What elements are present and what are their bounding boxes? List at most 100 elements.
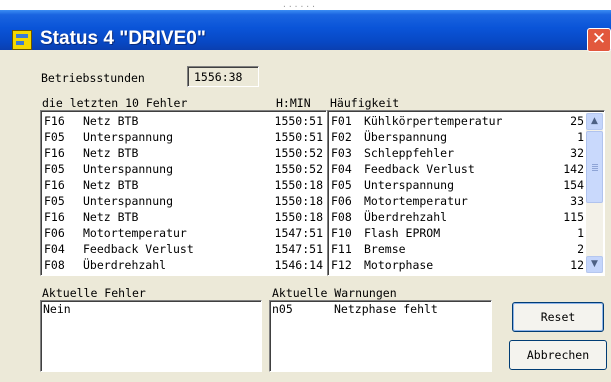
fault-code: F16 <box>44 210 65 224</box>
current-faults-label: Aktuelle Fehler <box>42 286 146 300</box>
frequency-count: 1 <box>577 130 584 144</box>
fault-row[interactable]: F05 Unterspannung 1550:18 <box>41 193 326 209</box>
frequency-text: Überdrehzahl <box>364 210 448 224</box>
fault-time: 1550:52 <box>274 162 323 176</box>
fault-text: Netz BTB <box>83 146 139 160</box>
top-strip: ...... <box>0 0 611 10</box>
title-bar[interactable]: Status 4 "DRIVE0" ✕ <box>0 10 611 52</box>
fault-time: 1547:51 <box>274 226 323 240</box>
fault-code: F05 <box>44 162 65 176</box>
current-warnings-label: Aktuelle Warnungen <box>272 286 397 300</box>
frequency-row[interactable]: F06 Motortemperatur 33 <box>328 193 604 209</box>
fault-time: 1550:51 <box>274 114 323 128</box>
fault-code: F06 <box>44 226 65 240</box>
frequency-row[interactable]: F12 Motorphase 12 <box>328 257 604 273</box>
frequency-text: Feedback Verlust <box>364 162 475 176</box>
fault-text: Netz BTB <box>83 210 139 224</box>
frequency-text: Schleppfehler <box>364 146 455 160</box>
window-title: Status 4 "DRIVE0" <box>40 28 206 49</box>
frequency-count: 25 <box>570 114 584 128</box>
fault-code: F16 <box>44 114 65 128</box>
frequency-text: Überspannung <box>364 130 448 144</box>
frequency-count: 33 <box>570 194 584 208</box>
fault-row[interactable]: F06 Motortemperatur 1547:51 <box>41 225 326 241</box>
current-faults-value: Nein <box>43 302 71 316</box>
fault-row[interactable]: F16 Netz BTB 1550:18 <box>41 177 326 193</box>
hours-label: Betriebsstunden <box>41 71 145 85</box>
frequency-row[interactable]: F04 Feedback Verlust 142 <box>328 161 604 177</box>
close-icon[interactable]: ✕ <box>587 28 611 52</box>
fault-text: Feedback Verlust <box>83 242 194 256</box>
fault-row[interactable]: F16 Netz BTB 1550:52 <box>41 145 326 161</box>
fault-time: 1546:14 <box>274 258 323 272</box>
fault-code: F08 <box>44 258 65 272</box>
fault-text: Unterspannung <box>83 194 174 208</box>
frequency-row[interactable]: F02 Überspannung 1 <box>328 129 604 145</box>
frequency-count: 115 <box>563 210 584 224</box>
frequency-count: 142 <box>563 162 584 176</box>
fault-time: 1550:18 <box>274 210 323 224</box>
fault-time: 1550:18 <box>274 194 323 208</box>
frequency-count: 32 <box>570 146 584 160</box>
fault-code: F04 <box>44 242 65 256</box>
recent-faults-list[interactable]: F16 Netz BTB 1550:51 F05 Unterspannung 1550:5… <box>40 110 327 276</box>
reset-button[interactable]: Reset <box>512 302 604 332</box>
frequency-list[interactable]: F01 Kühlkörpertemperatur 25 F02 Überspannung… <box>327 110 605 276</box>
frequency-code: F03 <box>331 146 352 160</box>
fault-row[interactable]: F05 Unterspannung 1550:52 <box>41 161 326 177</box>
frequency-code: F12 <box>331 258 352 272</box>
scroll-up-icon[interactable]: ▲ <box>586 113 603 130</box>
fault-row[interactable]: F04 Feedback Verlust 1547:51 <box>41 241 326 257</box>
fault-code: F16 <box>44 178 65 192</box>
frequency-code: F02 <box>331 130 352 144</box>
frequency-code: F11 <box>331 242 352 256</box>
frequency-count: 2 <box>577 242 584 256</box>
frequency-code: F10 <box>331 226 352 240</box>
frequency-count: 12 <box>570 258 584 272</box>
frequency-row[interactable]: F10 Flash EPROM 1 <box>328 225 604 241</box>
frequency-code: F05 <box>331 178 352 192</box>
faults-header: die letzten 10 Fehler <box>42 96 188 110</box>
frequency-row[interactable]: F08 Überdrehzahl 115 <box>328 209 604 225</box>
frequency-row[interactable]: F01 Kühlkörpertemperatur 25 <box>328 113 604 129</box>
fault-text: Unterspannung <box>83 162 174 176</box>
fault-code: F16 <box>44 146 65 160</box>
fault-row[interactable]: F16 Netz BTB 1550:51 <box>41 113 326 129</box>
frequency-text: Bremse <box>364 242 406 256</box>
fault-code: F05 <box>44 194 65 208</box>
frequency-text: Kühlkörpertemperatur <box>364 114 503 128</box>
faults-time-header: H:MIN <box>276 96 311 110</box>
warning-code: n05 <box>272 302 293 316</box>
fault-time: 1550:51 <box>274 130 323 144</box>
fault-text: Netz BTB <box>83 178 139 192</box>
frequency-code: F06 <box>331 194 352 208</box>
fault-row[interactable]: F08 Überdrehzahl 1546:14 <box>41 257 326 273</box>
fault-time: 1547:51 <box>274 242 323 256</box>
cancel-button[interactable]: Abbrechen <box>509 340 607 370</box>
scroll-thumb[interactable] <box>586 131 603 203</box>
scroll-down-icon[interactable]: ▼ <box>586 256 603 273</box>
app-window-icon[interactable] <box>12 30 32 50</box>
frequency-scrollbar[interactable]: ▲ ▼ <box>586 113 603 273</box>
fault-text: Motortemperatur <box>83 226 187 240</box>
fault-text: Netz BTB <box>83 114 139 128</box>
fault-row[interactable]: F16 Netz BTB 1550:18 <box>41 209 326 225</box>
hours-value: 1556:38 <box>194 70 243 84</box>
frequency-text: Motortemperatur <box>364 194 468 208</box>
current-faults-box[interactable]: Nein <box>40 300 262 372</box>
fault-code: F05 <box>44 130 65 144</box>
fault-text: Überdrehzahl <box>83 258 167 272</box>
top-strip-text: ...... <box>282 0 317 9</box>
frequency-row[interactable]: F11 Bremse 2 <box>328 241 604 257</box>
hours-field: 1556:38 <box>187 66 259 87</box>
frequency-code: F01 <box>331 114 352 128</box>
status-dialog: ...... Status 4 "DRIVE0" ✕ Betriebsstund… <box>0 0 611 382</box>
warning-text: Netzphase fehlt <box>334 302 438 316</box>
frequency-header: Häufigkeit <box>330 96 400 110</box>
frequency-row[interactable]: F05 Unterspannung 154 <box>328 177 604 193</box>
frequency-row[interactable]: F03 Schleppfehler 32 <box>328 145 604 161</box>
fault-row[interactable]: F05 Unterspannung 1550:51 <box>41 129 326 145</box>
fault-time: 1550:18 <box>274 178 323 192</box>
frequency-text: Unterspannung <box>364 178 455 192</box>
current-warnings-box[interactable]: n05 Netzphase fehlt <box>269 300 492 372</box>
